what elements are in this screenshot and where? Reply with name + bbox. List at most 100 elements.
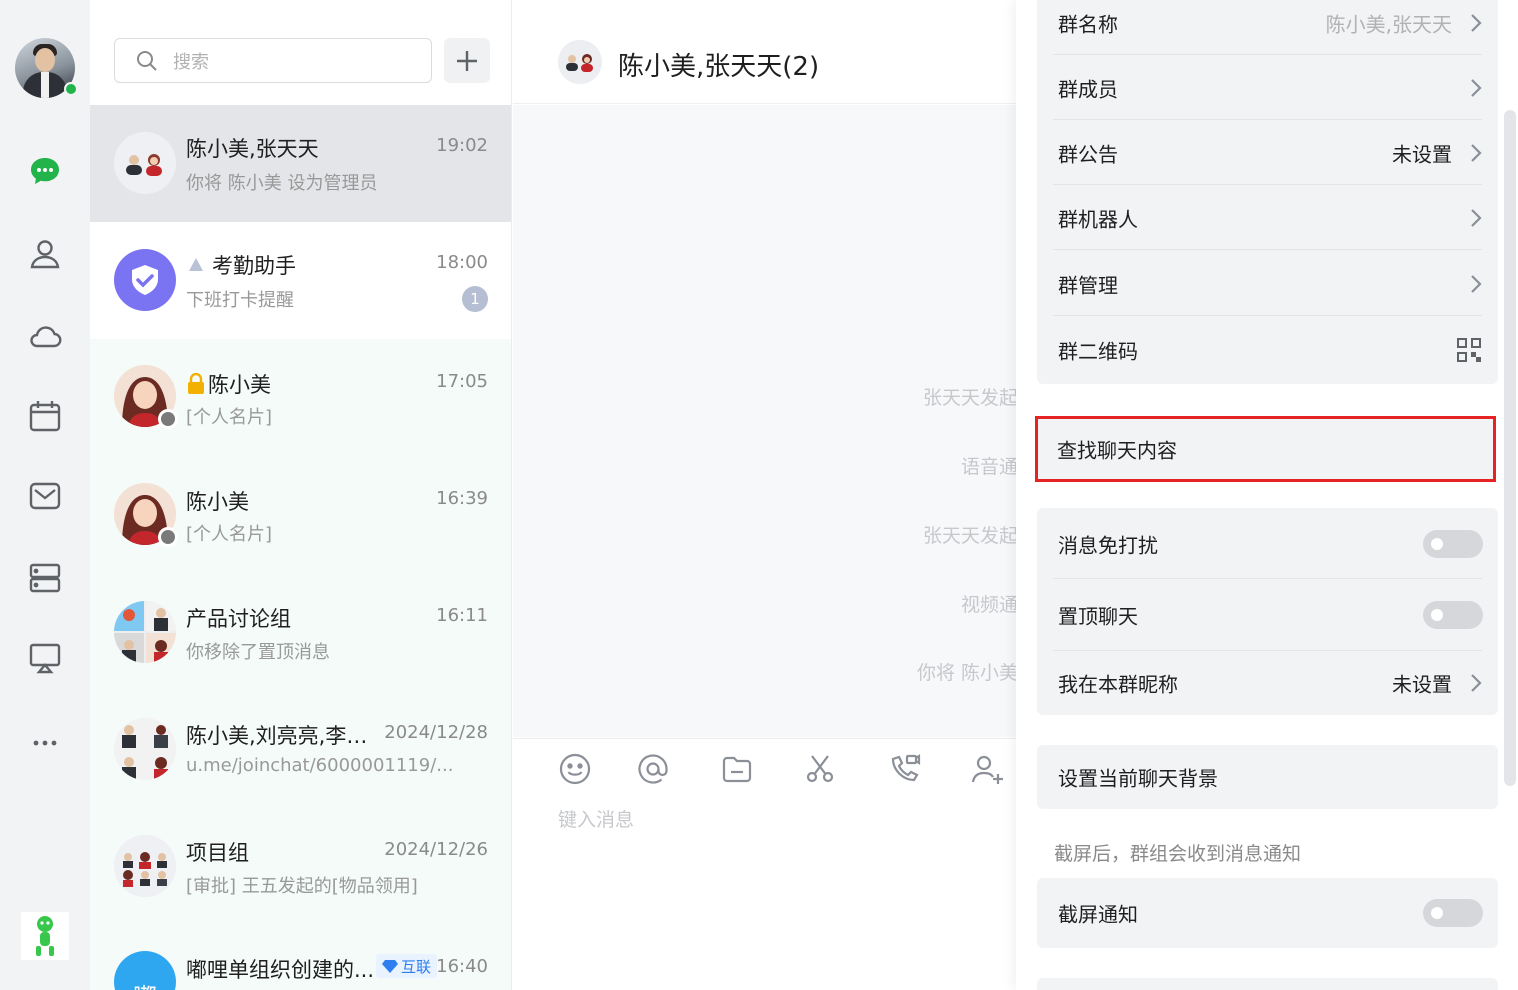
conversation-time: 17:05 <box>436 371 488 392</box>
add-member-icon[interactable] <box>968 749 1008 789</box>
nickname-label: 我在本群昵称 <box>1058 672 1178 697</box>
pin-toggle[interactable] <box>1423 601 1483 629</box>
conversation-time: 16:11 <box>436 605 488 626</box>
conversation-title: 产品讨论组 <box>186 607 291 631</box>
conversation-item[interactable]: 项目组 2024/12/26 [审批] 王五发起的[物品领用] <box>90 804 511 921</box>
system-message: 视频通 <box>960 594 1018 616</box>
lock-icon <box>188 373 204 394</box>
conversation-item[interactable]: 产品讨论组 16:11 你移除了置顶消息 <box>90 570 511 687</box>
calendar-icon[interactable] <box>25 396 65 436</box>
robot-badge-icon <box>189 258 203 271</box>
screenshot-icon[interactable] <box>800 749 840 789</box>
system-message: 你将 陈小美 <box>916 662 1018 684</box>
group-name-row[interactable]: 群名称 陈小美,张天天 <box>1037 0 1498 55</box>
search-placeholder: 搜索 <box>173 51 209 73</box>
group-notice-row[interactable]: 群公告 未设置 <box>1037 120 1498 185</box>
diamond-icon <box>382 960 398 973</box>
conversation-list: 搜索 陈小美,张天天 19:02 你将 陈小美 设为管理员 考勤助手 18:00… <box>90 0 512 990</box>
emoji-icon[interactable] <box>555 749 595 789</box>
plus-icon <box>457 50 477 71</box>
conversation-item[interactable]: 陈小美,刘亮亮,李丽... 2024/12/28 u.me/joinchat/6… <box>90 687 511 804</box>
conversation-time: 18:00 <box>436 252 488 273</box>
chat-icon[interactable] <box>25 152 65 192</box>
chat-title: 陈小美,张天天(2) <box>618 52 820 82</box>
conversation-preview: u.me/joinchat/6000001119/... <box>186 755 454 776</box>
group-robot-row[interactable]: 群机器人 <box>1037 185 1498 250</box>
screenshot-notify-label: 截屏通知 <box>1058 902 1138 927</box>
chat-background-row[interactable]: 设置当前聊天背景 <box>1037 745 1498 809</box>
group-avatar[interactable] <box>558 40 602 84</box>
mail-icon[interactable] <box>25 476 65 516</box>
conversation-item[interactable]: 陈小美 17:05 [个人名片] <box>90 339 511 433</box>
conversation-preview: 你移除了置顶消息 <box>186 642 330 663</box>
conversation-title: 嘟哩单组织创建的... <box>186 958 375 982</box>
mention-icon[interactable] <box>633 749 673 789</box>
conversation-title: 项目组 <box>186 841 249 865</box>
group-avatar <box>114 835 176 897</box>
chevron-right-icon <box>1471 143 1482 162</box>
chevron-right-icon <box>1471 78 1482 97</box>
cloud-icon[interactable] <box>25 316 65 356</box>
search-chat-history-label: 查找聊天内容 <box>1057 438 1177 463</box>
conversation-item[interactable]: 陈小美,张天天 19:02 你将 陈小美 设为管理员 <box>90 105 511 222</box>
conversation-preview: [审批] 王五发起的[物品领用] <box>186 876 418 897</box>
group-members-row[interactable]: 群成员 <box>1037 55 1498 120</box>
qrcode-icon <box>1457 337 1481 362</box>
status-dot <box>158 527 178 547</box>
contacts-icon[interactable] <box>25 234 65 274</box>
group-name-value: 陈小美,张天天 <box>1325 12 1452 36</box>
chat-prefs-card: 消息免打扰 置顶聊天 我在本群昵称 未设置 <box>1037 508 1498 715</box>
group-robot-label: 群机器人 <box>1058 207 1138 231</box>
more-icon[interactable] <box>25 720 65 760</box>
search-chat-history-row[interactable]: 查找聊天内容 <box>1035 416 1496 482</box>
search-input[interactable]: 搜索 <box>114 38 432 83</box>
mascot-app-icon[interactable] <box>21 912 69 960</box>
chevron-right-icon <box>1471 674 1482 692</box>
screenshot-card: 截屏通知 <box>1037 878 1498 948</box>
pin-row: 置顶聊天 <box>1037 579 1498 651</box>
nickname-row[interactable]: 我在本群昵称 未设置 <box>1037 651 1498 715</box>
screen-share-icon[interactable] <box>25 638 65 678</box>
group-name-label: 群名称 <box>1058 12 1118 36</box>
folder-icon[interactable] <box>717 749 757 789</box>
unread-badge: 1 <box>462 286 488 312</box>
conversation-preview: 你将 陈小美 设为管理员 <box>186 173 378 194</box>
conversation-item[interactable]: 陈小美 16:39 [个人名片] <box>90 433 511 570</box>
interconnect-tag: 互联 <box>376 954 438 978</box>
conversation-preview: 下班打卡提醒 <box>186 290 294 311</box>
group-settings-panel: 群名称 陈小美,张天天 群成员 群公告 未设置 群机器人 群管理 群二维码 查找… <box>1016 0 1518 990</box>
conversation-title: 考勤助手 <box>212 254 296 278</box>
conversation-item[interactable]: 嘟 嘟哩单组织创建的... 互联 16:40 <box>90 921 511 990</box>
group-manage-row[interactable]: 群管理 <box>1037 251 1498 316</box>
call-icon[interactable] <box>884 749 924 789</box>
chevron-right-icon <box>1471 13 1482 32</box>
group-avatar <box>114 718 176 780</box>
conversation-time: 16:40 <box>436 956 488 977</box>
group-qrcode-row[interactable]: 群二维码 <box>1037 317 1498 382</box>
nav-rail <box>0 0 90 990</box>
group-avatar <box>114 132 176 194</box>
conversation-title: 陈小美 <box>186 490 249 514</box>
attendance-bot-avatar <box>114 249 176 311</box>
mute-row: 消息免打扰 <box>1037 508 1498 579</box>
mute-toggle[interactable] <box>1423 529 1483 558</box>
background-card[interactable]: 设置当前聊天背景 <box>1037 745 1498 809</box>
screenshot-notify-toggle[interactable] <box>1423 899 1483 927</box>
nickname-value: 未设置 <box>1392 672 1452 697</box>
conversation-item[interactable]: 考勤助手 18:00 下班打卡提醒 1 <box>90 222 511 339</box>
group-info-card: 群名称 陈小美,张天天 群成员 群公告 未设置 群机器人 群管理 群二维码 <box>1037 0 1498 384</box>
chevron-right-icon <box>1471 208 1482 227</box>
conversation-time: 16:39 <box>436 488 488 509</box>
search-icon <box>137 50 157 71</box>
workbench-icon[interactable] <box>25 558 65 598</box>
conversation-preview: [个人名片] <box>186 524 273 545</box>
chevron-right-icon <box>1471 274 1482 293</box>
system-message: 张天天发起 <box>922 525 1018 547</box>
group-members-label: 群成员 <box>1058 77 1118 101</box>
message-input[interactable]: 键入消息 <box>558 805 634 832</box>
group-notice-label: 群公告 <box>1058 142 1118 166</box>
group-qrcode-label: 群二维码 <box>1058 339 1138 363</box>
add-button[interactable] <box>444 38 490 83</box>
panel-scrollbar[interactable] <box>1504 110 1516 786</box>
mute-label: 消息免打扰 <box>1058 533 1158 557</box>
